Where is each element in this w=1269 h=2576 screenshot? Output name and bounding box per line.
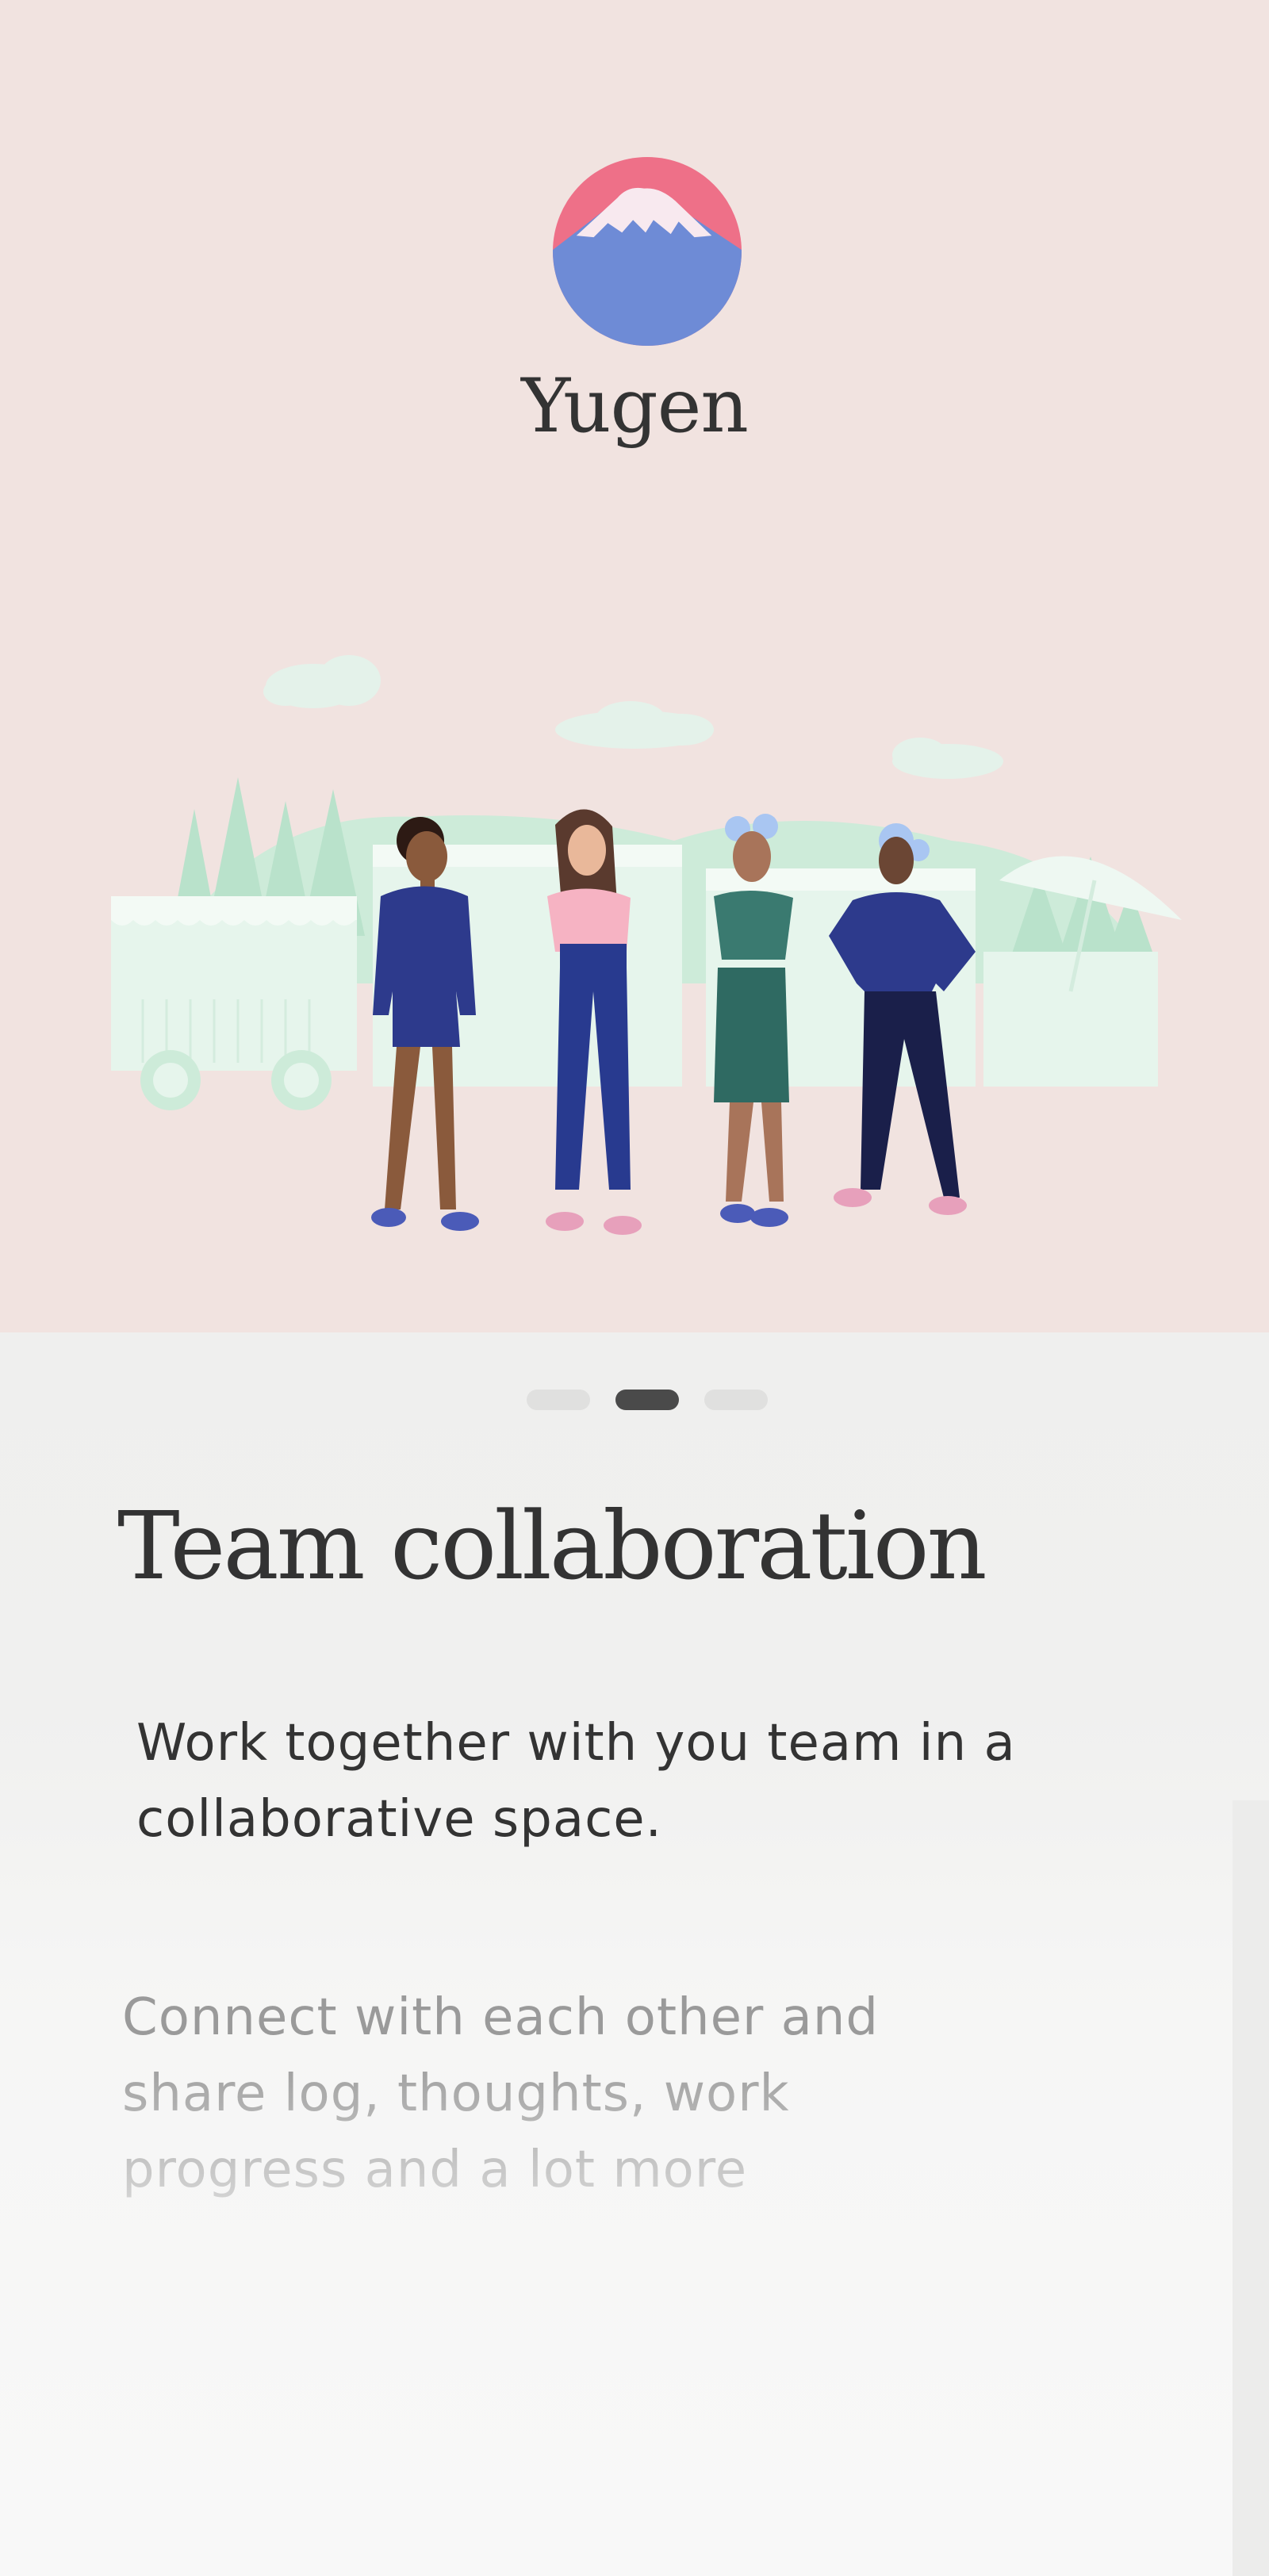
onboarding-title: Team collaboration <box>117 1491 987 1600</box>
mount-fuji-icon <box>553 157 742 346</box>
page-dot[interactable] <box>527 1390 590 1410</box>
team-illustration <box>111 655 1182 1235</box>
page-dot-active[interactable] <box>615 1390 679 1410</box>
cloud <box>263 655 381 708</box>
description-line: Connect with each other and <box>122 1988 880 2047</box>
brand-name: Yugen <box>521 363 749 450</box>
cloud <box>555 701 714 749</box>
onboarding-description: Connect with each other and share log, t… <box>122 1980 1074 2208</box>
hero-section: Yugen <box>0 0 1269 1332</box>
description-line: progress and a lot more <box>122 2141 748 2199</box>
onboarding-lead: Work together with you team in a collabo… <box>136 1714 1016 1849</box>
description-line: share log, thoughts, work <box>122 2064 790 2123</box>
cloud <box>892 738 1003 779</box>
scrollbar-track[interactable] <box>1233 1800 1269 2576</box>
food-truck <box>111 896 357 1110</box>
page-dot[interactable] <box>704 1390 768 1410</box>
